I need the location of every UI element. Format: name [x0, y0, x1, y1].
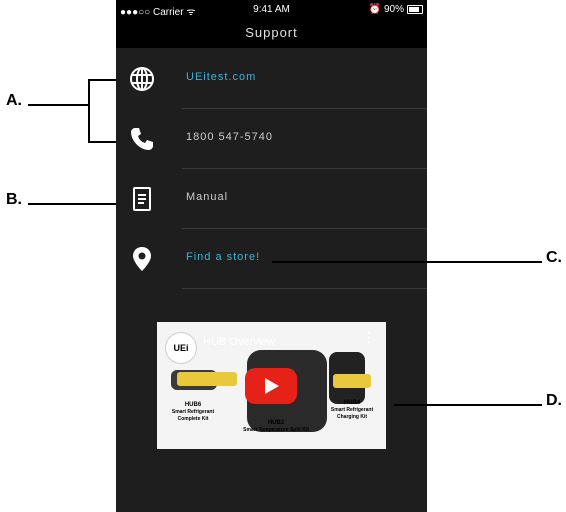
- hub6-caption: HUB6 Smart Refrigerant Complete Kit: [171, 402, 215, 422]
- video-title: HUB Overview: [203, 336, 276, 348]
- location-pin-icon: [133, 247, 151, 271]
- row-divider: [182, 288, 427, 289]
- phone-screen: ●●●○○ Carrier ᯤ 9:41 AM ⏰ 90% Support UE…: [116, 0, 427, 512]
- hub4-caption: HUB4 Smart Refrigerant Charging Kit: [330, 400, 374, 420]
- page-title: Support: [245, 25, 298, 40]
- annotation-d: D.: [546, 392, 562, 409]
- annotation-b: B.: [6, 191, 22, 208]
- annotation-a-bracket: [88, 79, 90, 143]
- battery-icon: [407, 5, 423, 14]
- more-options-icon[interactable]: ⋮: [362, 330, 376, 344]
- annotation-a-top-tick: [88, 79, 116, 81]
- status-bar: ●●●○○ Carrier ᯤ 9:41 AM ⏰ 90%: [116, 0, 427, 20]
- phone-number[interactable]: 1800 547-5740: [186, 131, 273, 143]
- annotation-a: A.: [6, 92, 22, 109]
- annotation-c-line: [272, 261, 542, 263]
- channel-logo: UEi: [165, 332, 197, 364]
- nav-bar: Support: [116, 20, 427, 48]
- battery-indicator: ⏰ 90%: [369, 4, 423, 15]
- video-thumbnail[interactable]: UEi HUB Overview ⋮ HUB6 Smart Refrigeran…: [157, 322, 386, 449]
- annotation-a-line: [28, 104, 88, 106]
- hub2-caption: HUB2 Smart Temperature Split Kit: [243, 420, 309, 433]
- battery-label: ⏰ 90%: [368, 4, 404, 15]
- annotation-c: C.: [546, 249, 562, 266]
- annotation-d-line: [394, 404, 542, 406]
- hub6-tools-image: [177, 372, 237, 386]
- document-icon: [133, 187, 151, 211]
- manual-row[interactable]: Manual: [116, 169, 427, 229]
- globe-icon: [130, 67, 154, 91]
- phone-icon: [131, 128, 153, 150]
- phone-row[interactable]: 1800 547-5740: [116, 109, 427, 169]
- hub4-tools-image: [333, 374, 371, 388]
- play-button[interactable]: [245, 368, 297, 404]
- website-row[interactable]: UEitest.com: [116, 49, 427, 109]
- website-link[interactable]: UEitest.com: [186, 71, 256, 83]
- annotation-a-bottom-tick: [88, 141, 116, 143]
- find-store-row[interactable]: Find a store!: [116, 229, 427, 289]
- manual-label[interactable]: Manual: [186, 191, 228, 203]
- annotation-b-line: [28, 203, 116, 205]
- find-store-link[interactable]: Find a store!: [186, 251, 260, 263]
